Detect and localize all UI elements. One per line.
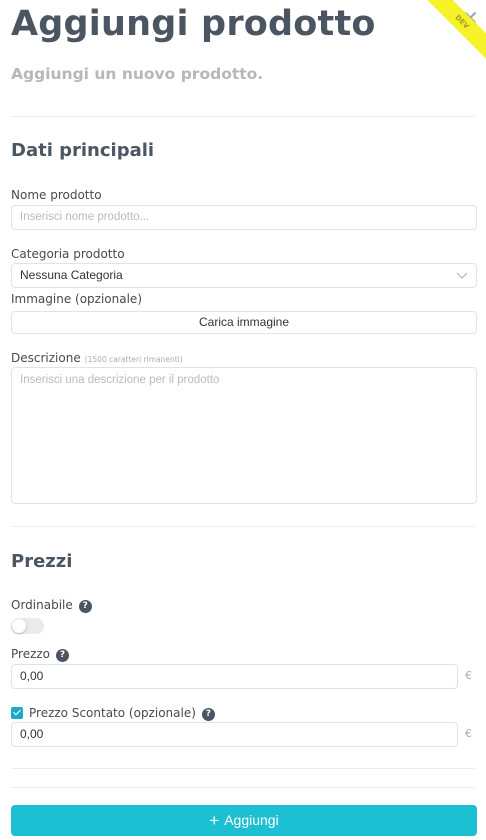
description-label: Descrizione (1500 caratteri rimanenti) — [11, 351, 183, 365]
page-title: Aggiungi prodotto — [11, 4, 376, 44]
description-label-text: Descrizione — [11, 351, 81, 365]
divider — [11, 116, 476, 117]
category-select[interactable]: Nessuna Categoria — [11, 263, 477, 288]
price-input[interactable]: 0,00 — [11, 664, 458, 689]
section-title-prices: Prezzi — [11, 551, 73, 572]
orderable-toggle[interactable] — [11, 618, 44, 634]
image-label: Immagine (opzionale) — [11, 292, 142, 306]
section-title-main: Dati principali — [11, 140, 155, 161]
add-button[interactable]: + Aggiungi — [11, 805, 477, 836]
divider — [11, 526, 476, 527]
help-icon[interactable]: ? — [201, 708, 215, 721]
plus-icon: + — [209, 811, 220, 830]
help-icon[interactable]: ? — [78, 600, 92, 613]
toggle-knob — [12, 619, 26, 633]
discount-checkbox[interactable] — [11, 707, 23, 719]
price-currency: € — [465, 669, 472, 682]
category-select-value: Nessuna Categoria — [20, 268, 123, 282]
chevron-down-icon — [456, 272, 468, 279]
orderable-label-text: Ordinabile — [11, 598, 73, 612]
discount-label: Prezzo Scontato (opzionale)? — [11, 706, 215, 721]
close-icon[interactable]: ✕ — [462, 8, 479, 28]
product-name-input[interactable]: Inserisci nome prodotto... — [11, 205, 477, 230]
product-name-label: Nome prodotto — [11, 188, 102, 202]
discount-label-text: Prezzo Scontato (opzionale) — [29, 706, 196, 720]
divider — [11, 787, 476, 788]
description-textarea[interactable]: Inserisci una descrizione per il prodott… — [11, 367, 477, 504]
divider — [11, 768, 476, 769]
page-subtitle: Aggiungi un nuovo prodotto. — [11, 65, 264, 83]
price-label: Prezzo? — [11, 647, 70, 662]
price-label-text: Prezzo — [11, 647, 51, 661]
upload-image-button[interactable]: Carica immagine — [11, 311, 477, 334]
add-button-label: Aggiungi — [224, 812, 279, 828]
description-char-count: (1500 caratteri rimanenti) — [84, 355, 183, 364]
discount-currency: € — [465, 727, 472, 740]
orderable-label: Ordinabile? — [11, 598, 92, 613]
category-label: Categoria prodotto — [11, 247, 125, 261]
help-icon[interactable]: ? — [56, 649, 70, 662]
discount-input[interactable]: 0,00 — [11, 722, 458, 747]
